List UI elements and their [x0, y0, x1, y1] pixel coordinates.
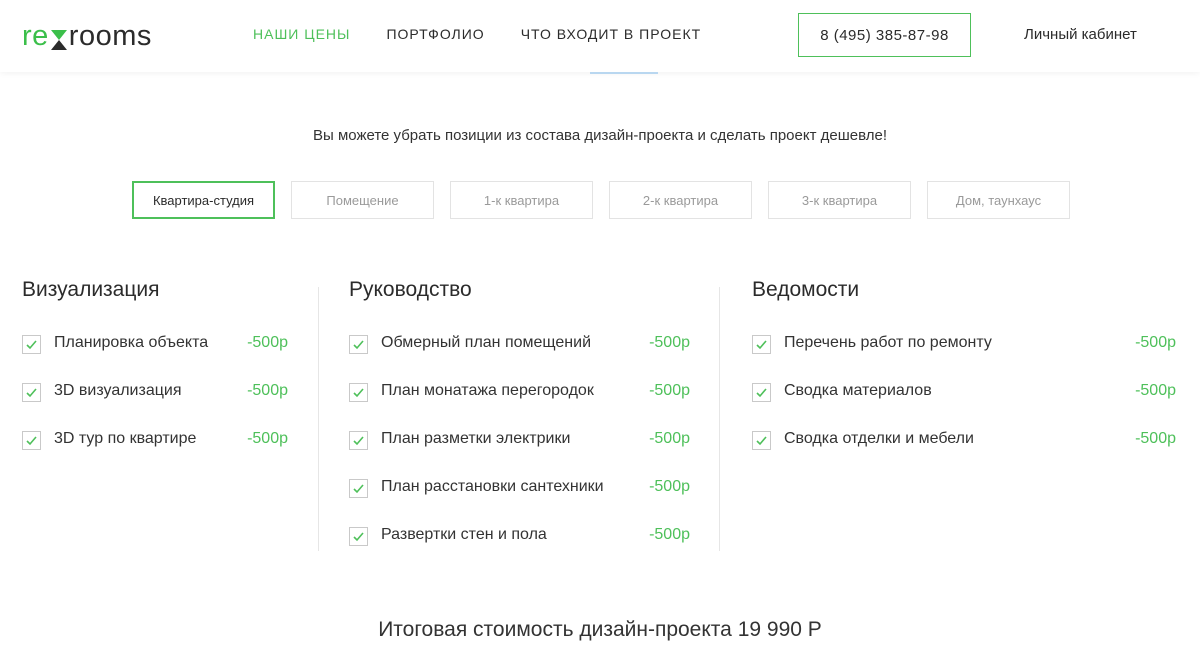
option-label: 3D визуализация: [54, 382, 182, 399]
checkbox[interactable]: [22, 335, 41, 354]
option-label: Сводка отделки и мебели: [784, 430, 974, 447]
option-label: План монатажа перегородок: [381, 382, 594, 399]
column-guidance: Руководство Обмерный план помещений -500…: [349, 278, 690, 574]
check-icon: [756, 388, 767, 398]
checkbox[interactable]: [349, 479, 368, 498]
option-price: -500р: [649, 430, 690, 447]
logo-text-rooms: rooms: [68, 19, 152, 52]
option-item: Обмерный план помещений -500р: [349, 334, 690, 382]
option-price: -500р: [649, 382, 690, 399]
intro-text: Вы можете убрать позиции из состава диза…: [313, 127, 887, 144]
checkbox[interactable]: [22, 383, 41, 402]
column-title: Визуализация: [22, 278, 160, 301]
column-visualization: Визуализация Планировка объекта -500р 3D…: [22, 278, 288, 478]
option-item: Сводка отделки и мебели -500р: [752, 430, 1176, 478]
option-label: Развертки стен и пола: [381, 526, 547, 543]
column-title: Ведомости: [752, 278, 860, 301]
total-label: Итоговая стоимость дизайн-проекта: [378, 618, 732, 641]
option-item: План разметки электрики -500р: [349, 430, 690, 478]
column-divider: [318, 287, 319, 551]
nav-item-prices[interactable]: НАШИ ЦЕНЫ: [253, 26, 350, 42]
check-icon: [26, 436, 37, 446]
option-item: Сводка материалов -500р: [752, 382, 1176, 430]
option-price: -500р: [649, 526, 690, 543]
option-item: Развертки стен и пола -500р: [349, 526, 690, 574]
check-icon: [26, 388, 37, 398]
checkbox[interactable]: [349, 383, 368, 402]
total-cost: Итоговая стоимость дизайн-проекта 19 990…: [0, 618, 1200, 642]
phone-button[interactable]: 8 (495) 385-87-98: [798, 13, 971, 57]
checkbox[interactable]: [349, 335, 368, 354]
option-label: План расстановки сантехники: [381, 478, 604, 495]
tab-house[interactable]: Дом, таунхаус: [927, 181, 1070, 219]
main-nav: НАШИ ЦЕНЫ ПОРТФОЛИО ЧТО ВХОДИТ В ПРОЕКТ: [253, 26, 737, 42]
option-price: -500р: [247, 382, 288, 399]
option-label: Перечень работ по ремонту: [784, 334, 992, 351]
check-icon: [353, 340, 364, 350]
logo-text-re: re: [22, 19, 49, 52]
option-item: 3D тур по квартире -500р: [22, 430, 288, 478]
column-statements: Ведомости Перечень работ по ремонту -500…: [752, 278, 1176, 478]
check-icon: [756, 436, 767, 446]
option-price: -500р: [1135, 334, 1176, 351]
option-item: Планировка объекта -500р: [22, 334, 288, 382]
check-icon: [353, 484, 364, 494]
site-header: re rooms НАШИ ЦЕНЫ ПОРТФОЛИО ЧТО ВХОДИТ …: [0, 0, 1200, 72]
checkbox[interactable]: [349, 431, 368, 450]
option-label: Обмерный план помещений: [381, 334, 592, 351]
option-price: -500р: [649, 334, 690, 351]
tab-1-room[interactable]: 1-к квартира: [450, 181, 593, 219]
option-price: -500р: [649, 478, 690, 495]
check-icon: [353, 436, 364, 446]
option-label: Сводка материалов: [784, 382, 932, 399]
logo-mark-icon: [50, 26, 68, 50]
tab-room[interactable]: Помещение: [291, 181, 434, 219]
checkbox[interactable]: [22, 431, 41, 450]
checkbox[interactable]: [752, 383, 771, 402]
check-icon: [26, 340, 37, 350]
option-label: Планировка объекта: [54, 334, 209, 351]
option-price: -500р: [1135, 430, 1176, 447]
tab-3-room[interactable]: 3-к квартира: [768, 181, 911, 219]
check-icon: [353, 532, 364, 542]
column-title: Руководство: [349, 278, 472, 301]
site-logo[interactable]: re rooms: [22, 20, 152, 52]
check-icon: [353, 388, 364, 398]
option-item: План расстановки сантехники -500р: [349, 478, 690, 526]
apartment-type-tabs: Квартира-студия Помещение 1-к квартира 2…: [132, 181, 1086, 219]
option-item: План монатажа перегородок -500р: [349, 382, 690, 430]
header-active-indicator: [590, 72, 658, 74]
column-divider: [719, 287, 720, 551]
option-item: Перечень работ по ремонту -500р: [752, 334, 1176, 382]
checkbox[interactable]: [752, 431, 771, 450]
option-item: 3D визуализация -500р: [22, 382, 288, 430]
total-value: 19 990 Р: [737, 618, 822, 641]
nav-item-project-contents[interactable]: ЧТО ВХОДИТ В ПРОЕКТ: [521, 26, 701, 42]
option-price: -500р: [247, 430, 288, 447]
checkbox[interactable]: [752, 335, 771, 354]
option-label: 3D тур по квартире: [54, 430, 197, 447]
account-link[interactable]: Личный кабинет: [1024, 26, 1137, 43]
option-label: План разметки электрики: [381, 430, 571, 447]
nav-item-portfolio[interactable]: ПОРТФОЛИО: [386, 26, 484, 42]
check-icon: [756, 340, 767, 350]
tab-studio[interactable]: Квартира-студия: [132, 181, 275, 219]
option-price: -500р: [247, 334, 288, 351]
tab-2-room[interactable]: 2-к квартира: [609, 181, 752, 219]
option-price: -500р: [1135, 382, 1176, 399]
checkbox[interactable]: [349, 527, 368, 546]
